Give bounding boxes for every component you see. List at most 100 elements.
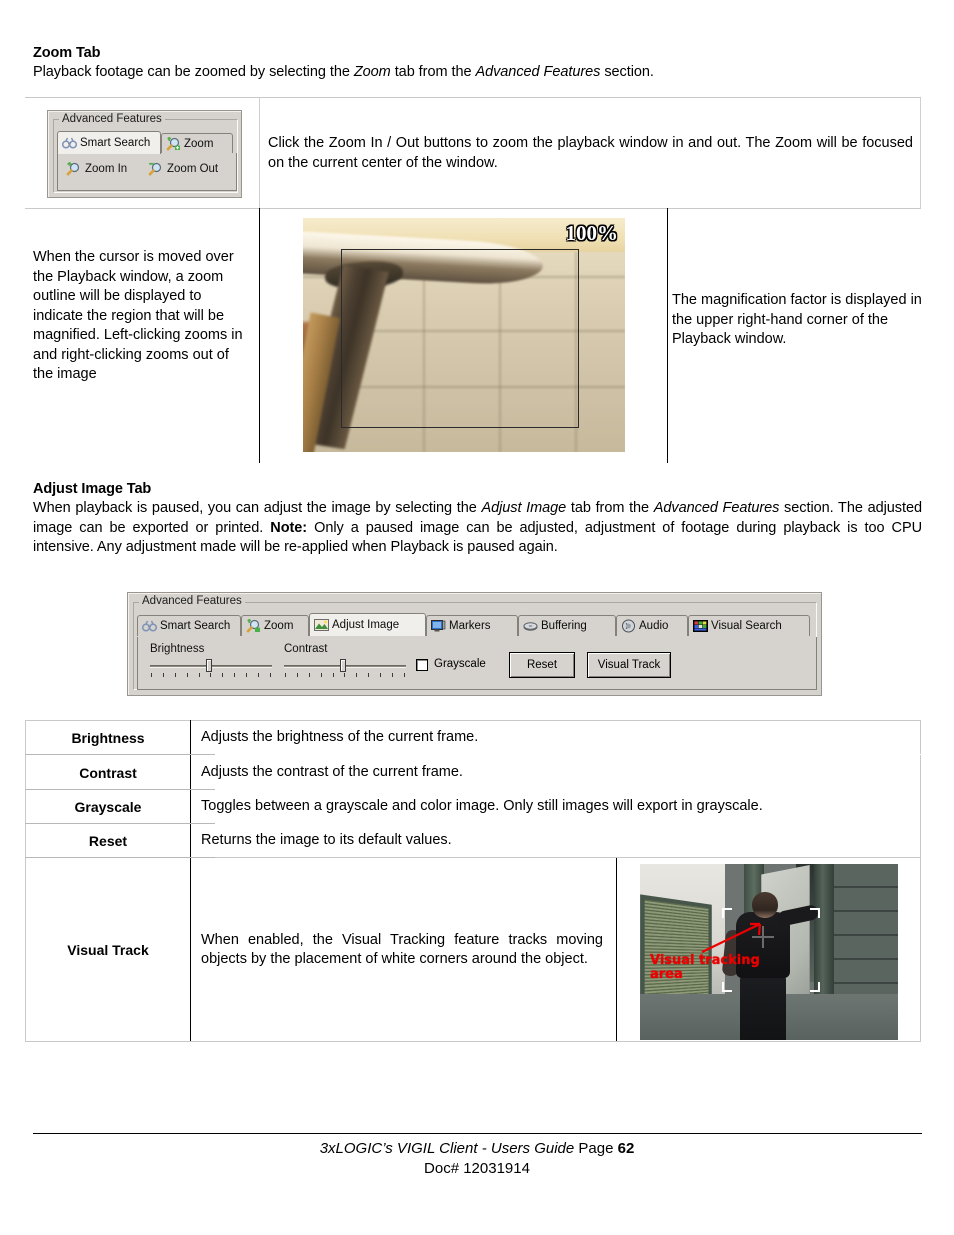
tab-zoom[interactable]: Zoom bbox=[161, 133, 233, 154]
footer-guide-title: 3xLOGIC’s VIGIL Client - Users Guide bbox=[319, 1140, 575, 1157]
zoom-out-button[interactable]: Zoom Out bbox=[148, 162, 218, 176]
document-page: Zoom Tab Playback footage can be zoomed … bbox=[0, 0, 954, 1235]
footer-line-1: 3xLOGIC’s VIGIL Client - Users Guide Pag… bbox=[0, 1140, 954, 1157]
brightness-slider-thumb[interactable] bbox=[206, 659, 212, 672]
zoom-in-button-label: Zoom In bbox=[85, 163, 128, 175]
color-grid-icon bbox=[693, 619, 708, 633]
zoom-tab-heading: Zoom Tab bbox=[33, 45, 101, 61]
adjust-panel-tabstrip[interactable]: Smart Search Zoom Adjust Image Markers B… bbox=[137, 613, 817, 638]
row-right-edge bbox=[920, 824, 921, 858]
table-col-divider bbox=[667, 208, 668, 463]
row-left-edge bbox=[25, 755, 26, 790]
binoculars-icon bbox=[141, 619, 158, 633]
row-desc-visual-track: When enabled, the Visual Tracking featur… bbox=[201, 931, 603, 968]
zoom-in-magnifier-icon bbox=[66, 162, 81, 176]
adjust-em-adjust-image: Adjust Image bbox=[481, 500, 567, 516]
zoom-out-magnifier-icon bbox=[148, 162, 163, 176]
advanced-features-legend: Advanced Features bbox=[139, 595, 245, 607]
zoom-buttons-description: Click the Zoom In / Out buttons to zoom … bbox=[268, 135, 913, 171]
tab-markers[interactable]: Markers bbox=[426, 615, 518, 636]
table-row-divider bbox=[25, 208, 921, 209]
intro-em-advanced-features: Advanced Features bbox=[475, 64, 601, 80]
intro-em-zoom: Zoom bbox=[353, 64, 391, 80]
adjust-image-paragraph: When playback is paused, you can adjust … bbox=[33, 499, 922, 558]
zoom-tab-intro-paragraph: Playback footage can be zoomed by select… bbox=[33, 63, 922, 83]
row-left-edge bbox=[25, 824, 26, 858]
tab-smart-search[interactable]: Smart Search bbox=[137, 615, 241, 636]
shirt-graphic bbox=[752, 926, 774, 948]
contrast-slider-thumb[interactable] bbox=[340, 659, 346, 672]
row-right-edge bbox=[920, 790, 921, 824]
table-col-divider bbox=[259, 208, 260, 463]
row-right-edge bbox=[920, 858, 921, 1042]
tab-zoom-label: Zoom bbox=[184, 138, 214, 150]
buffering-disc-icon bbox=[523, 619, 538, 633]
footer-line-2: Doc# 12031914 bbox=[424, 1160, 530, 1177]
grayscale-checkbox[interactable] bbox=[416, 659, 428, 671]
row-col-divider bbox=[190, 790, 191, 824]
magnification-factor-description: The magnification factor is displayed in… bbox=[672, 292, 922, 347]
reset-button[interactable]: Reset bbox=[509, 652, 575, 678]
row-bottom-border bbox=[25, 1041, 921, 1042]
person-head bbox=[752, 892, 778, 918]
row-label-reset: Reset bbox=[88, 833, 128, 849]
zoom-out-button-label: Zoom Out bbox=[167, 163, 219, 175]
advanced-features-legend: Advanced Features bbox=[59, 113, 165, 125]
playback-window-screenshot: 100% bbox=[303, 218, 625, 452]
table-row: Reset Returns the image to its default v… bbox=[25, 824, 921, 858]
tab-zoom[interactable]: Zoom bbox=[241, 615, 309, 636]
advanced-features-panel-zoom[interactable]: Advanced Features Smart Search Zoom Zoom… bbox=[47, 110, 242, 198]
table-right-edge bbox=[920, 98, 921, 208]
tab-smart-search-label: Smart Search bbox=[80, 137, 151, 149]
row-desc-brightness: Adjusts the brightness of the current fr… bbox=[201, 728, 479, 745]
advanced-features-panel-adjust[interactable]: Advanced Features Smart Search Zoom Adju… bbox=[127, 592, 822, 696]
row-col-divider bbox=[190, 755, 191, 790]
footer-page-word: Page bbox=[574, 1140, 618, 1157]
tracking-corner-top-right bbox=[810, 908, 820, 918]
audio-speaker-icon bbox=[621, 619, 636, 633]
grayscale-label: Grayscale bbox=[434, 658, 486, 670]
monitor-marker-icon bbox=[431, 619, 446, 633]
tab-audio-label: Audio bbox=[639, 620, 669, 632]
visual-tracking-area-annotation: Visual tracking area bbox=[650, 953, 760, 982]
tab-visual-search[interactable]: Visual Search bbox=[688, 615, 810, 636]
reset-button-label: Reset bbox=[526, 659, 558, 671]
tab-buffering-label: Buffering bbox=[541, 620, 587, 632]
tab-smart-search-label: Smart Search bbox=[160, 620, 231, 632]
adjust-note-label: Note: bbox=[270, 519, 308, 536]
visual-track-button[interactable]: Visual Track bbox=[587, 652, 671, 678]
zoom-outline-rectangle[interactable] bbox=[341, 249, 579, 428]
tracking-corner-bottom-right bbox=[810, 982, 820, 992]
table-row: Contrast Adjusts the contrast of the cur… bbox=[25, 755, 921, 790]
binoculars-icon bbox=[61, 136, 78, 150]
table-col-divider bbox=[259, 98, 260, 208]
zoom-in-button[interactable]: Zoom In bbox=[66, 162, 127, 176]
contrast-label: Contrast bbox=[284, 643, 328, 655]
zoom-panel-tabstrip[interactable]: Smart Search Zoom bbox=[57, 131, 237, 154]
footer-divider bbox=[33, 1133, 922, 1134]
tab-smart-search[interactable]: Smart Search bbox=[57, 131, 161, 154]
row-label-visual-track: Visual Track bbox=[67, 942, 149, 958]
tab-audio[interactable]: Audio bbox=[616, 615, 688, 636]
brightness-slider-ticks bbox=[151, 673, 271, 677]
row-desc-contrast: Adjusts the contrast of the current fram… bbox=[201, 763, 463, 780]
visual-track-screenshot: Visual tracking area bbox=[640, 864, 898, 1040]
visual-track-button-label: Visual Track bbox=[597, 659, 661, 671]
contrast-slider-ticks bbox=[285, 673, 405, 677]
tracking-corner-top-left bbox=[722, 908, 732, 918]
tab-visual-search-label: Visual Search bbox=[711, 620, 782, 632]
adjust-text-p1: When playback is paused, you can adjust … bbox=[33, 500, 482, 516]
zoom-in-magnifier-icon bbox=[246, 619, 261, 633]
row-label-grayscale: Grayscale bbox=[74, 799, 142, 815]
row-right-edge bbox=[920, 720, 921, 755]
magnification-indicator: 100% bbox=[565, 221, 619, 245]
picture-icon bbox=[314, 618, 329, 632]
table-row: Grayscale Toggles between a grayscale an… bbox=[25, 790, 921, 824]
footer-page-number: 62 bbox=[617, 1140, 635, 1157]
person-legs bbox=[740, 974, 786, 1040]
adjust-text-p2: tab from the bbox=[566, 500, 654, 516]
row-desc-reset: Returns the image to its default values. bbox=[201, 832, 452, 849]
tab-buffering[interactable]: Buffering bbox=[518, 615, 616, 636]
row-col-divider bbox=[190, 824, 191, 858]
tab-adjust-image[interactable]: Adjust Image bbox=[309, 613, 426, 636]
